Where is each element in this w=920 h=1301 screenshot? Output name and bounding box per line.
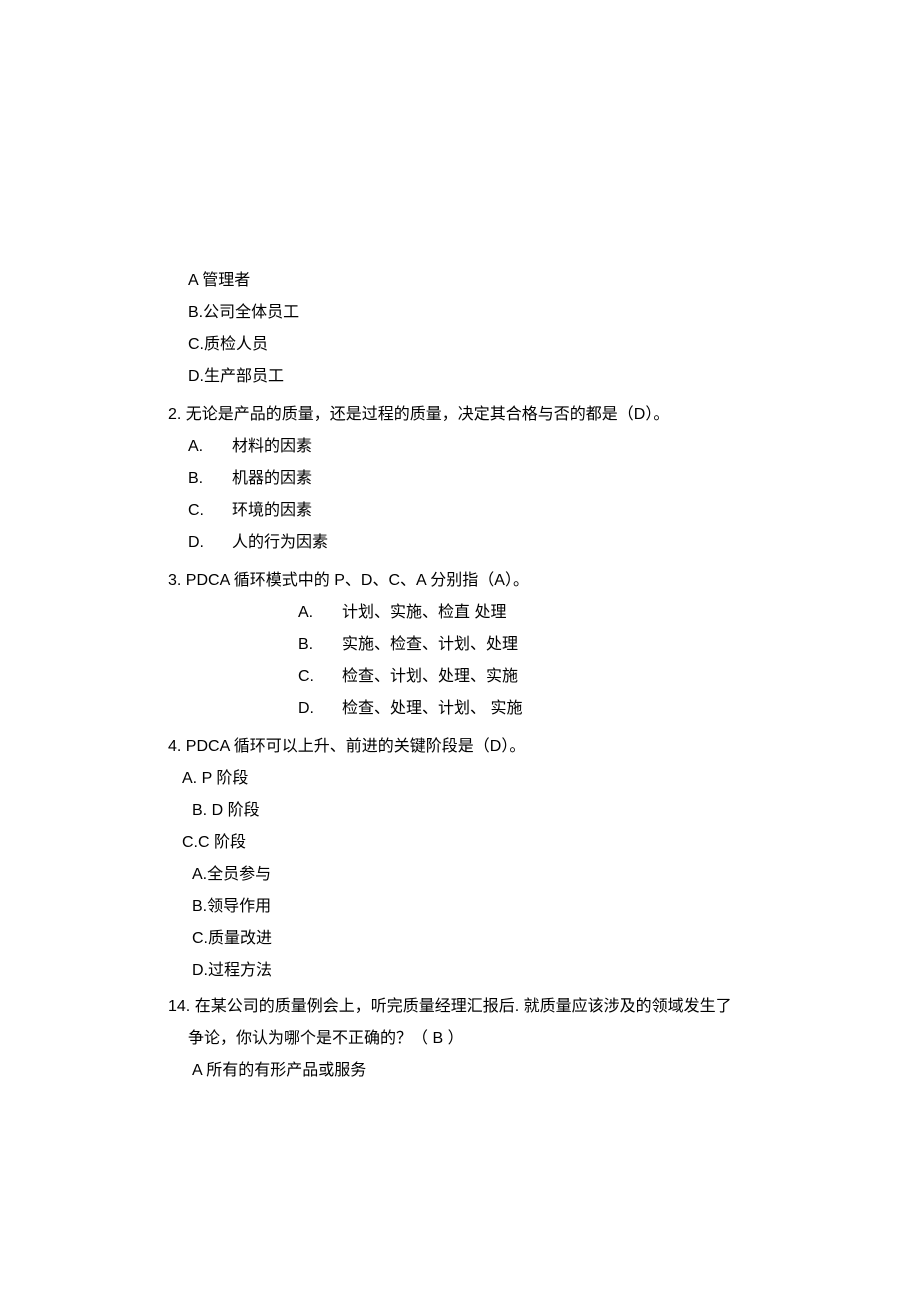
q2-option-b: B.机器的因素 — [168, 463, 752, 495]
q13-option-b: B.领导作用 — [168, 891, 752, 923]
q3-stem: 3. PDCA 循环模式中的 P、D、C、A 分别指（A）。 — [168, 565, 752, 597]
q1-option-b: B.公司全体员工 — [168, 297, 752, 329]
q4-stem: 4. PDCA 循环可以上升、前进的关键阶段是（D）。 — [168, 731, 752, 763]
q4-option-b: B. D 阶段 — [168, 795, 752, 827]
q3-option-d: D.检查、处理、计划、 实施 — [298, 693, 752, 725]
q13-option-c: C.质量改进 — [168, 923, 752, 955]
q2-option-c-text: 环境的因素 — [232, 502, 312, 519]
q1-option-a-text: A 管理者 — [188, 272, 250, 289]
q2-option-d-text: 人的行为因素 — [232, 534, 328, 551]
q2-option-a: A.材料的因素 — [168, 431, 752, 463]
q3-option-b-text: 实施、检查、计划、处理 — [342, 629, 518, 661]
q1-option-c: C.质检人员 — [168, 329, 752, 361]
q2-option-b-letter: B. — [188, 463, 232, 495]
q2-option-d: D.人的行为因素 — [168, 527, 752, 559]
q1-option-b-text: B.公司全体员工 — [188, 304, 299, 321]
q3-option-a-letter: A. — [298, 597, 342, 629]
q3-option-a: A.计划、实施、检直 处理 — [298, 597, 752, 629]
q1-option-d: D.生产部员工 — [168, 361, 752, 393]
q14-stem-line2-text: 争论，你认为哪个是不正确的？（ B ） — [188, 1030, 464, 1047]
q1-option-d-text: D.生产部员工 — [188, 368, 284, 385]
q4-option-c-text: C.C 阶段 — [182, 834, 246, 851]
q4-option-a-text: A. P 阶段 — [182, 770, 248, 787]
q2-option-c-letter: C. — [188, 495, 232, 527]
q4-option-b-text: B. D 阶段 — [192, 802, 260, 819]
q13-option-a: A.全员参与 — [168, 859, 752, 891]
q3-option-b-letter: B. — [298, 629, 342, 661]
q1-option-c-text: C.质检人员 — [188, 336, 268, 353]
q2-stem-text: 2. 无论是产品的质量，还是过程的质量，决定其合格与否的都是（D）。 — [168, 406, 669, 423]
q1-option-a: A 管理者 — [168, 265, 752, 297]
q14-option-a-text: A 所有的有形产品或服务 — [192, 1062, 366, 1079]
q4-stem-text: 4. PDCA 循环可以上升、前进的关键阶段是（D）。 — [168, 738, 525, 755]
q13-option-b-text: B.领导作用 — [192, 898, 271, 915]
q14-stem-line2: 争论，你认为哪个是不正确的？（ B ） — [168, 1023, 752, 1055]
q2-option-d-letter: D. — [188, 527, 232, 559]
q13-option-d: D.过程方法 — [168, 955, 752, 987]
q3-options: A.计划、实施、检直 处理 B.实施、检查、计划、处理 C.检查、计划、处理、实… — [168, 597, 752, 725]
q2-option-a-letter: A. — [188, 431, 232, 463]
q2-option-b-text: 机器的因素 — [232, 470, 312, 487]
q4-option-a: A. P 阶段 — [168, 763, 752, 795]
q13-option-d-text: D.过程方法 — [192, 962, 272, 979]
q3-option-b: B.实施、检查、计划、处理 — [298, 629, 752, 661]
q3-option-d-letter: D. — [298, 693, 342, 725]
q14-stem-line1: 14. 在某公司的质量例会上，听完质量经理汇报后. 就质量应该涉及的领域发生了 — [168, 991, 752, 1023]
q3-option-c-letter: C. — [298, 661, 342, 693]
q3-option-a-text: 计划、实施、检直 处理 — [342, 597, 506, 629]
q3-option-d-text: 检查、处理、计划、 实施 — [342, 693, 522, 725]
q4-option-c: C.C 阶段 — [168, 827, 752, 859]
q14-option-a: A 所有的有形产品或服务 — [168, 1055, 752, 1087]
q13-option-c-text: C.质量改进 — [192, 930, 272, 947]
q13-option-a-text: A.全员参与 — [192, 866, 271, 883]
q3-stem-text: 3. PDCA 循环模式中的 P、D、C、A 分别指（A）。 — [168, 572, 529, 589]
q2-stem: 2. 无论是产品的质量，还是过程的质量，决定其合格与否的都是（D）。 — [168, 399, 752, 431]
q14-stem-line1-text: 14. 在某公司的质量例会上，听完质量经理汇报后. 就质量应该涉及的领域发生了 — [168, 998, 732, 1015]
q2-option-a-text: 材料的因素 — [232, 438, 312, 455]
q3-option-c: C.检查、计划、处理、实施 — [298, 661, 752, 693]
q3-option-c-text: 检查、计划、处理、实施 — [342, 661, 518, 693]
q2-option-c: C.环境的因素 — [168, 495, 752, 527]
